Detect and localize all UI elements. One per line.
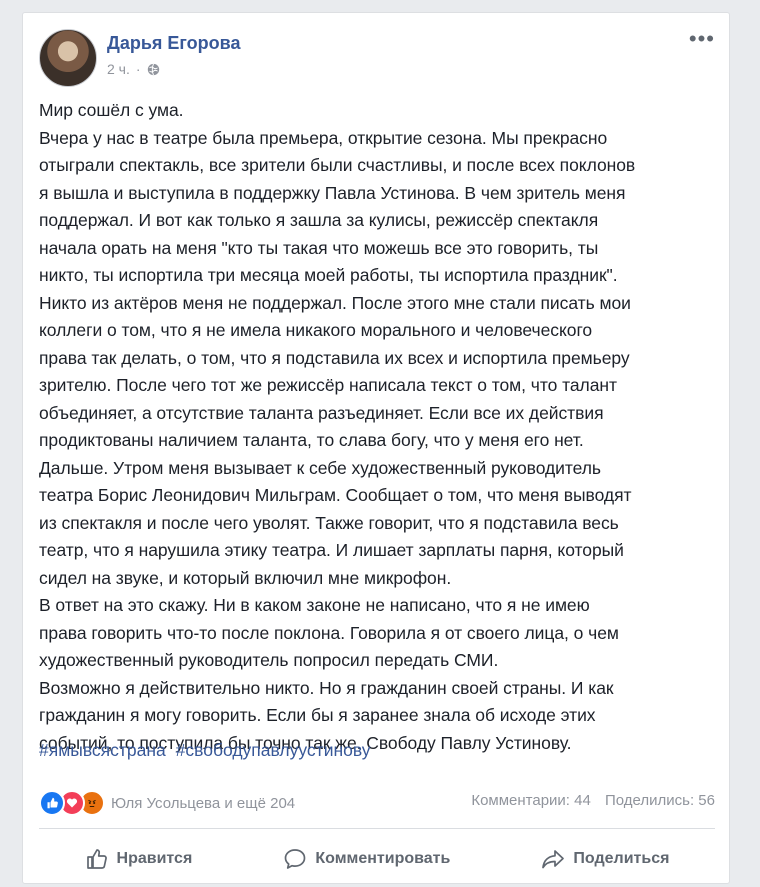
- post-line: продиктованы наличием таланта, то слава …: [39, 430, 584, 450]
- engagement-counts: Комментарии: 44 Поделились: 56: [461, 792, 715, 809]
- globe-icon[interactable]: [147, 63, 160, 76]
- comments-count[interactable]: Комментарии: 44: [471, 792, 591, 809]
- hashtag-link[interactable]: #свободупавлуустинову: [176, 740, 371, 760]
- post-actions: Нравится Комментировать Поделиться: [39, 841, 715, 877]
- post-line: отыграли спектакль, все зрители были сча…: [39, 155, 636, 175]
- post-line: Вчера у нас в театре была премьера, откр…: [39, 127, 608, 148]
- share-button[interactable]: Поделиться: [541, 847, 669, 871]
- post-text: Мир сошёл с ума. Вчера у нас в театре бы…: [39, 97, 723, 757]
- hashtag-link[interactable]: #ямывсястрана: [39, 740, 166, 760]
- post-line: Дальше. Утром меня вызывает к себе худож…: [39, 457, 601, 478]
- like-reaction-icon: [39, 790, 65, 816]
- comment-label: Комментировать: [315, 850, 451, 867]
- shares-count[interactable]: Поделились: 56: [605, 792, 715, 809]
- post-line: права так делать, о том, что я подставил…: [39, 347, 630, 368]
- post-line: гражданин я могу говорить. Если бы я зар…: [39, 705, 596, 725]
- post-line: сидел на звуке, и который включил мне ми…: [39, 567, 452, 588]
- post-meta: 2 ч. ·: [107, 61, 160, 77]
- post-line: художественный руководитель попросил пер…: [39, 650, 499, 670]
- post-line: я вышла и выступила в поддержку Павла Ус…: [39, 182, 626, 203]
- like-button[interactable]: Нравится: [85, 847, 193, 871]
- divider: [39, 828, 715, 829]
- avatar[interactable]: [39, 29, 97, 87]
- post-line: Никто из актёров меня не поддержал. Посл…: [39, 292, 631, 313]
- more-options-button[interactable]: •••: [689, 28, 715, 50]
- share-label: Поделиться: [573, 850, 670, 867]
- reaction-names[interactable]: Юля Усольцева и ещё 204: [111, 795, 295, 812]
- post-line: объединяет, а отсутствие таланта разъеди…: [39, 402, 604, 423]
- reactions-summary[interactable]: Юля Усольцева и ещё 204: [39, 790, 295, 816]
- post-line: Возможно я действительно никто. Но я гра…: [39, 677, 614, 698]
- post-line: начала орать на меня "кто ты такая что м…: [39, 237, 599, 258]
- post-line: поддержал. И вот как только я зашла за к…: [39, 210, 599, 230]
- post-line: театр, что я нарушила этику театра. И ли…: [39, 540, 624, 560]
- post-line: Мир сошёл с ума.: [39, 100, 184, 120]
- post-line: коллеги о том, что я не имела никакого м…: [39, 320, 593, 340]
- post-line: В ответ на это скажу. Ни в каком законе …: [39, 595, 590, 615]
- post-line: из спектакля и после чего уволят. Также …: [39, 512, 619, 533]
- author-name[interactable]: Дарья Егорова: [107, 33, 241, 54]
- post-line: театра Борис Леонидович Мильграм. Сообща…: [39, 485, 632, 505]
- thumbs-up-icon: [86, 849, 107, 869]
- like-label: Нравится: [116, 850, 193, 867]
- post-line: права говорить что-то после поклона. Гов…: [39, 622, 619, 643]
- comment-button[interactable]: Комментировать: [283, 847, 450, 871]
- post-time[interactable]: 2 ч.: [107, 61, 130, 77]
- post-stats: Юля Усольцева и ещё 204 Комментарии: 44 …: [39, 790, 715, 816]
- post-line: никто, ты испортила три месяца моей рабо…: [39, 265, 618, 285]
- hashtags: #ямывсястрана #свободупавлуустинову: [39, 740, 376, 761]
- post-card: Дарья Егорова 2 ч. · ••• Мир сошёл с ума…: [22, 12, 730, 884]
- comment-icon: [285, 849, 306, 869]
- post-line: зрителю. После чего тот же режиссёр напи…: [39, 375, 617, 395]
- share-arrow-icon: [542, 850, 565, 869]
